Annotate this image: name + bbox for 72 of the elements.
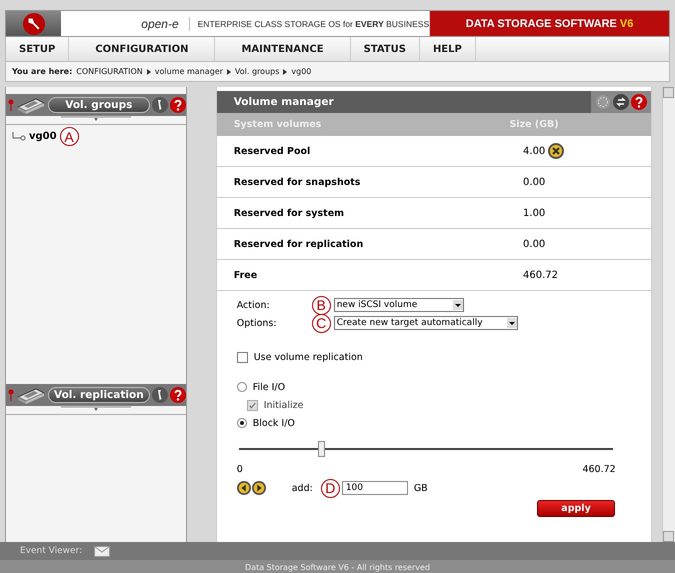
breadcrumb-link[interactable]: CONFIGURATION bbox=[76, 67, 143, 76]
table-cell-text: Reserved Pool bbox=[232, 146, 312, 156]
table-cell-text: Reserved for system bbox=[232, 208, 346, 218]
envelope-icon[interactable] bbox=[94, 546, 110, 556]
input-field[interactable]: 100 bbox=[342, 481, 408, 495]
radio-button[interactable] bbox=[236, 418, 247, 428]
field-label: add: bbox=[292, 482, 313, 494]
menu-item[interactable]: CONFIGURATION bbox=[69, 37, 216, 61]
breadcrumb-link[interactable]: volume manager bbox=[154, 67, 223, 76]
help-icon[interactable] bbox=[170, 387, 186, 403]
field-label: Action: bbox=[236, 300, 271, 310]
event-viewer-label: Event Viewer: bbox=[20, 546, 82, 556]
breadcrumb-link[interactable]: vg00 bbox=[291, 67, 312, 76]
caret-icon bbox=[146, 68, 151, 74]
dropdown[interactable]: new iSCSI volume bbox=[334, 298, 464, 312]
panel-title: Volume manager bbox=[232, 96, 335, 108]
callout-marker: C bbox=[312, 314, 331, 332]
table-cell-text: Reserved for snapshots bbox=[232, 176, 362, 188]
caret-icon bbox=[226, 68, 231, 74]
field-label: Options: bbox=[236, 318, 278, 328]
menu-item[interactable]: STATUS bbox=[350, 37, 420, 61]
help-icon[interactable] bbox=[170, 97, 186, 113]
dropdown[interactable]: Create new target automatically bbox=[334, 316, 518, 330]
unit-label: GB bbox=[414, 482, 428, 494]
breadcrumb-label: You are here: bbox=[12, 67, 72, 76]
pin-icon bbox=[8, 389, 14, 401]
checkbox[interactable] bbox=[236, 352, 248, 362]
delete-icon[interactable] bbox=[548, 143, 564, 159]
table-cell: 0.00 bbox=[523, 238, 546, 250]
logo-text: open-e bbox=[141, 16, 190, 30]
breadcrumb-link[interactable]: Vol. groups bbox=[234, 67, 280, 76]
column-header: System volumes bbox=[232, 119, 322, 130]
table-cell-text: Reserved for replication bbox=[232, 238, 364, 250]
apply-button[interactable]: apply bbox=[537, 500, 616, 517]
column-header: Size (GB) bbox=[508, 119, 560, 130]
help-icon[interactable] bbox=[631, 94, 648, 110]
check-icon bbox=[248, 402, 256, 408]
callout-marker: B bbox=[312, 296, 331, 314]
right-arrow-button[interactable] bbox=[252, 481, 266, 495]
callout-marker: D bbox=[320, 478, 340, 498]
checkbox-label: Use volume replication bbox=[254, 352, 363, 362]
table-cell: 1.00 bbox=[523, 208, 546, 218]
section-tab[interactable]: Vol. groups bbox=[48, 97, 150, 113]
slider-thumb[interactable] bbox=[318, 441, 325, 457]
radio-button[interactable] bbox=[236, 382, 247, 392]
menu-item[interactable]: HELP bbox=[420, 37, 476, 61]
menu-item[interactable]: SETUP bbox=[6, 37, 70, 61]
range-min-label: 0 bbox=[236, 464, 243, 475]
section-tab[interactable]: Vol. replication bbox=[48, 387, 150, 403]
collapse-handle[interactable] bbox=[60, 406, 131, 412]
radio-label: File I/O bbox=[252, 382, 286, 392]
collapse-handle[interactable] bbox=[60, 116, 131, 122]
menu-item[interactable]: MAINTENANCE bbox=[215, 37, 351, 61]
checkbox-label: Initialize bbox=[264, 400, 304, 410]
left-arrow-button[interactable] bbox=[236, 481, 251, 495]
table-cell-text: Free bbox=[232, 270, 258, 280]
pin-icon bbox=[8, 99, 14, 111]
scrollbar[interactable] bbox=[662, 87, 675, 542]
table-cell: 460.72 bbox=[523, 270, 558, 280]
version-label: V6 bbox=[620, 18, 634, 30]
range-max-label: 460.72 bbox=[582, 464, 616, 475]
refresh-icon[interactable] bbox=[613, 94, 630, 110]
caret-icon bbox=[283, 68, 288, 74]
tree-item[interactable]: vg00 bbox=[29, 131, 57, 142]
radio-label: Block I/O bbox=[252, 418, 295, 428]
tree-connector-icon bbox=[12, 132, 26, 142]
footer-text: Data Storage Software V6 - All rights reserved bbox=[0, 560, 675, 573]
table-cell: 4.00 bbox=[523, 146, 546, 156]
callout-marker: A bbox=[60, 127, 79, 146]
tagline: ENTERPRISE CLASS STORAGE OS for EVERY BUSINESS bbox=[198, 18, 430, 28]
product-name: DATA STORAGE SOFTWARE bbox=[466, 18, 617, 30]
table-cell: 0.00 bbox=[523, 176, 546, 188]
